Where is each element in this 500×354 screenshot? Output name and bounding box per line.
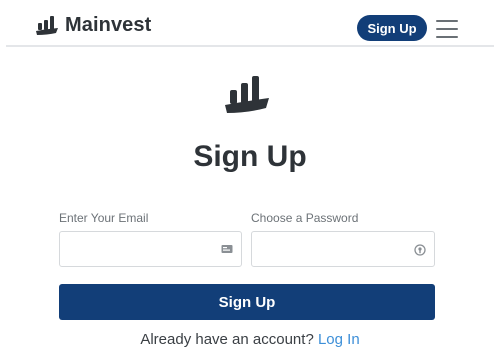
top-navbar: Mainvest Sign Up: [0, 0, 500, 48]
password-label: Choose a Password: [251, 211, 359, 225]
brand-name: Mainvest: [65, 14, 152, 36]
password-field-wrapper: [251, 231, 435, 267]
id-card-icon[interactable]: [221, 244, 233, 254]
login-prompt-text: Already have an account?: [140, 331, 314, 348]
brand[interactable]: Mainvest: [35, 14, 151, 37]
hamburger-menu-icon[interactable]: [436, 20, 458, 38]
password-field[interactable]: [252, 232, 434, 266]
login-prompt: Already have an account? Log In: [0, 331, 500, 348]
header-signup-button[interactable]: Sign Up: [357, 15, 427, 41]
signup-submit-button[interactable]: Sign Up: [59, 284, 435, 320]
email-field[interactable]: [60, 232, 241, 266]
email-field-wrapper: [59, 231, 242, 267]
menu-line: [436, 28, 458, 30]
page-title: Sign Up: [193, 140, 307, 173]
menu-line: [436, 36, 458, 38]
header-divider: [6, 45, 494, 47]
password-manager-icon[interactable]: [414, 244, 426, 256]
mainvest-hero-logo-icon: [225, 76, 269, 113]
login-link[interactable]: Log In: [318, 331, 360, 348]
menu-line: [436, 20, 458, 22]
mainvest-logo-icon: [36, 15, 58, 35]
email-label: Enter Your Email: [59, 211, 149, 225]
